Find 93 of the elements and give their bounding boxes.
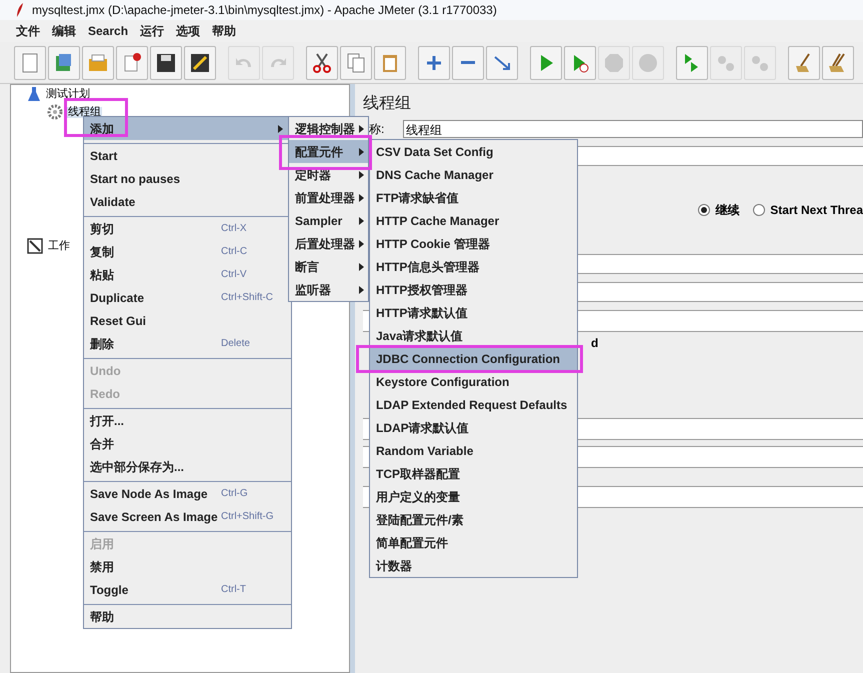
- context-menu-item[interactable]: Reset Gui: [84, 309, 291, 332]
- menu-item[interactable]: 文件: [16, 22, 40, 40]
- scissors-icon: [310, 50, 334, 74]
- menu-item[interactable]: 运行: [140, 22, 164, 40]
- submenu-item[interactable]: Keystore Configuration: [370, 370, 577, 393]
- submenu-arrow-icon: [359, 262, 364, 270]
- submenu-item[interactable]: 用户定义的变量: [370, 485, 577, 508]
- expand-button[interactable]: [418, 46, 450, 80]
- context-menu-item[interactable]: 选中部分保存为...: [84, 455, 291, 478]
- redo-icon: [270, 57, 286, 68]
- radio-option[interactable]: Start Next Threa: [753, 201, 863, 219]
- context-menu-item[interactable]: 合并: [84, 432, 291, 455]
- submenu-arrow-icon: [359, 216, 364, 224]
- context-menu-item[interactable]: 删除 Delete: [84, 332, 291, 355]
- context-menu-item[interactable]: 添加: [84, 117, 291, 140]
- submenu-item[interactable]: HTTP Cache Manager: [370, 209, 577, 232]
- start-no-pause-button[interactable]: [564, 46, 596, 80]
- submenu-item[interactable]: 监听器: [289, 278, 368, 301]
- context-menu-item[interactable]: Start: [84, 144, 291, 167]
- submenu-item[interactable]: Random Variable: [370, 439, 577, 462]
- submenu-item[interactable]: TCP取样器配置: [370, 462, 577, 485]
- templates-button[interactable]: [48, 46, 80, 80]
- submenu-item[interactable]: CSV Data Set Config: [370, 140, 577, 163]
- submenu-item[interactable]: 配置元件: [289, 140, 368, 163]
- save-button[interactable]: [150, 46, 182, 80]
- context-menu-item[interactable]: 剪切 Ctrl-X: [84, 217, 291, 240]
- context-menu-item[interactable]: 帮助: [84, 605, 291, 628]
- window-title: mysqltest.jmx (D:\apache-jmeter-3.1\bin\mysqltest.jmx) - Apache JMeter (3.1 r1770033): [32, 2, 497, 19]
- submenu-item[interactable]: Sampler: [289, 209, 368, 232]
- submenu-item[interactable]: LDAP请求默认值: [370, 416, 577, 439]
- flask-icon: [27, 86, 41, 102]
- submenu-arrow-icon: [359, 286, 364, 294]
- clear-all-button[interactable]: [822, 46, 854, 80]
- start-button[interactable]: [530, 46, 562, 80]
- submenu-arrow-icon: [359, 124, 364, 132]
- context-menu-item[interactable]: 复制 Ctrl-C: [84, 240, 291, 263]
- cut-label: d: [591, 335, 598, 352]
- submenu-item[interactable]: 断言: [289, 255, 368, 278]
- context-menu-item[interactable]: Toggle Ctrl-T: [84, 578, 291, 601]
- submenu-item[interactable]: 前置处理器: [289, 186, 368, 209]
- open-button[interactable]: [82, 46, 114, 80]
- submenu-arrow-icon: [359, 170, 364, 178]
- highlight-frame: [64, 98, 128, 137]
- save-image-button[interactable]: [184, 46, 216, 80]
- feather-icon: [16, 3, 24, 17]
- context-menu-item[interactable]: 粘贴 Ctrl-V: [84, 263, 291, 286]
- tree-node[interactable]: 测试计划: [45, 88, 91, 100]
- context-menu-item[interactable]: Save Screen As Image Ctrl+Shift-G: [84, 505, 291, 528]
- submenu-arrow-icon: [359, 148, 364, 156]
- context-menu-item[interactable]: 禁用: [84, 555, 291, 578]
- menu-item[interactable]: 编辑: [52, 22, 76, 40]
- submenu-item[interactable]: FTP请求缺省值: [370, 186, 577, 209]
- tree-node[interactable]: 线程组: [67, 106, 102, 118]
- minus-icon: [461, 61, 475, 64]
- submenu-item[interactable]: DNS Cache Manager: [370, 163, 577, 186]
- context-menu-item[interactable]: Validate: [84, 190, 291, 213]
- clear-button[interactable]: [788, 46, 820, 80]
- submenu-item[interactable]: 登陆配置元件/素: [370, 508, 577, 531]
- context-menu-item[interactable]: Duplicate Ctrl+Shift-C: [84, 286, 291, 309]
- toggle-button[interactable]: [486, 46, 518, 80]
- submenu-item[interactable]: 简单配置元件: [370, 531, 577, 554]
- remote-start-button[interactable]: [676, 46, 708, 80]
- submenu-arrow-icon: [359, 194, 364, 202]
- new-button[interactable]: [14, 46, 46, 80]
- name-label: 称:: [368, 121, 386, 138]
- undo-icon: [236, 57, 252, 68]
- submenu-item[interactable]: JDBC Connection Configuration: [370, 347, 577, 370]
- submenu-item[interactable]: HTTP授权管理器: [370, 278, 577, 301]
- menu-item[interactable]: 选项: [176, 22, 200, 40]
- gear-icon: [47, 104, 63, 120]
- submenu-item[interactable]: LDAP Extended Request Defaults: [370, 393, 577, 416]
- submenu-item[interactable]: HTTP信息头管理器: [370, 255, 577, 278]
- context-menu-item[interactable]: Start no pauses: [84, 167, 291, 190]
- menu-item[interactable]: 帮助: [212, 22, 236, 40]
- submenu-item[interactable]: 后置处理器: [289, 232, 368, 255]
- submenu-item[interactable]: HTTP请求默认值: [370, 301, 577, 324]
- radio-option[interactable]: 继续: [698, 201, 740, 219]
- context-menu-item[interactable]: Save Node As Image Ctrl-G: [84, 482, 291, 505]
- collapse-button[interactable]: [452, 46, 484, 80]
- editor-title: 线程组: [363, 94, 412, 114]
- copy-button[interactable]: [340, 46, 372, 80]
- menu-item[interactable]: Search: [88, 22, 128, 40]
- tree-node[interactable]: 工作: [47, 240, 71, 252]
- submenu-item[interactable]: 计数器: [370, 554, 577, 577]
- name-field[interactable]: 线程组: [403, 120, 863, 138]
- close-button[interactable]: [116, 46, 148, 80]
- workbench-icon: [27, 238, 43, 254]
- submenu-arrow-icon: [359, 240, 364, 248]
- submenu-item[interactable]: HTTP Cookie 管理器: [370, 232, 577, 255]
- context-menu-item[interactable]: 打开...: [84, 409, 291, 432]
- cut-button[interactable]: [306, 46, 338, 80]
- paste-button[interactable]: [374, 46, 406, 80]
- submenu-item[interactable]: Java请求默认值: [370, 324, 577, 347]
